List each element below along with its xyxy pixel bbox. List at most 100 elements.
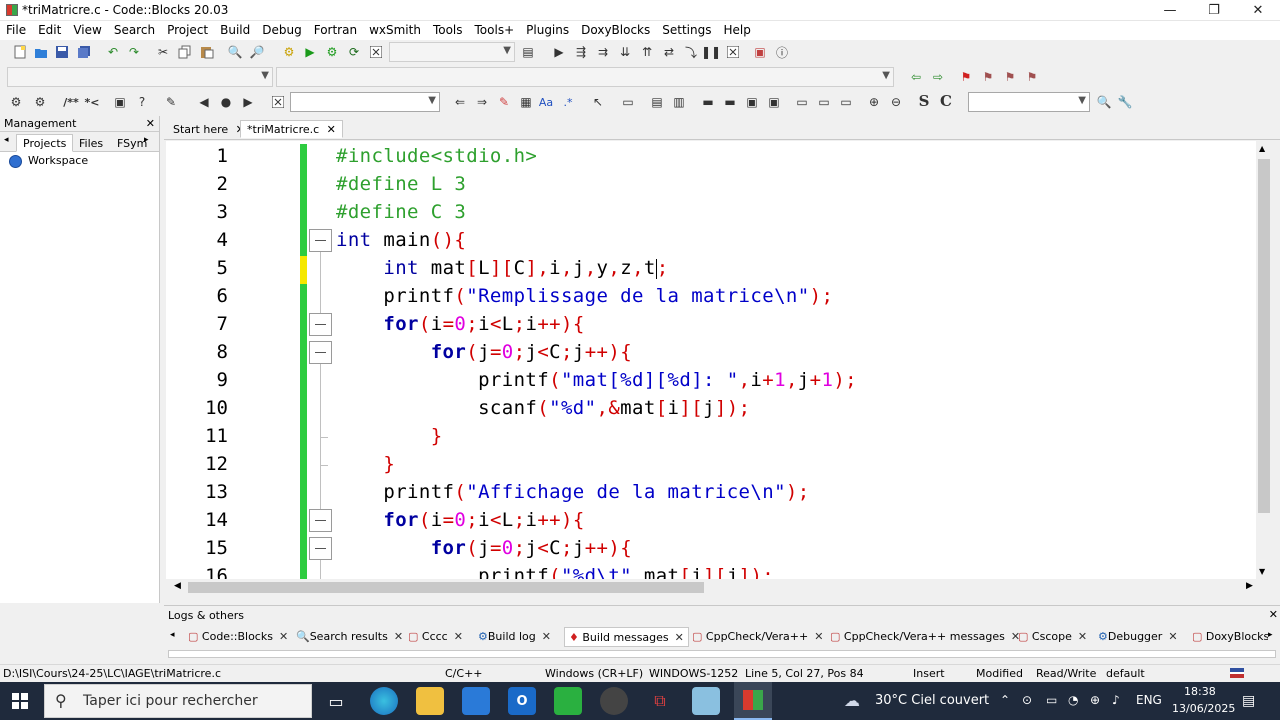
code-line[interactable]: for(j=0;j<C;j++){ [336, 338, 632, 366]
clear-bookmarks-icon[interactable]: ⚑ [1024, 69, 1040, 85]
menu-settings[interactable]: Settings [656, 21, 717, 40]
doxy-config-icon[interactable]: ▣ [112, 94, 128, 110]
next-line-icon[interactable]: ⇉ [595, 44, 611, 60]
abort-icon[interactable] [368, 44, 384, 60]
debug-start-icon[interactable]: ▶ [551, 44, 567, 60]
tool-f-icon[interactable]: ▣ [766, 94, 782, 110]
fold-toggle-icon[interactable] [309, 229, 332, 252]
undo-icon[interactable]: ↶ [105, 44, 121, 60]
editor-horizontal-scrollbar[interactable]: ◀ ▶ [170, 579, 1258, 596]
toggle-bookmark-icon[interactable]: ⚑ [958, 69, 974, 85]
tool-d-icon[interactable]: ▬ [722, 94, 738, 110]
step-out-icon[interactable]: ⇈ [639, 44, 655, 60]
windows-start-icon[interactable] [12, 693, 28, 709]
logs-scroll-right-icon[interactable]: ▸ [1268, 630, 1273, 640]
code-line[interactable]: for(i=0;i<L;i++){ [336, 506, 585, 534]
doxy-help-icon[interactable]: ? [134, 94, 150, 110]
code-editor[interactable]: 1 2 3 4 5 6 7 8 9 10 11 12 13 14 15 16 # [166, 141, 1268, 579]
log-tab-build-log[interactable]: ⚙Build log ✕ [474, 627, 555, 647]
find-icon[interactable]: 🔍 [227, 44, 243, 60]
menu-search[interactable]: Search [108, 21, 161, 40]
debug-windows-icon[interactable]: ▣ [752, 44, 768, 60]
scroll-up-icon[interactable]: ▲ [1259, 144, 1265, 153]
next-instruction-icon[interactable]: ⇄ [661, 44, 677, 60]
code-line[interactable]: for(j=0;j<C;j++){ [336, 534, 632, 562]
network-icon[interactable]: ⊕ [1090, 693, 1100, 707]
menu-debug[interactable]: Debug [256, 21, 307, 40]
log-tab-cppcheck-messages[interactable]: ▢ CppCheck/Vera++ messages ✕ [826, 627, 1024, 647]
code-line[interactable]: printf("%d\t",mat[i][j]); [336, 562, 774, 579]
tool-i-icon[interactable]: ▭ [838, 94, 854, 110]
new-file-icon[interactable] [12, 44, 28, 60]
code-line[interactable]: #include<stdio.h> [336, 142, 537, 170]
symbol-search-combo[interactable]: ▼ [968, 92, 1090, 112]
log-tab-cccc[interactable]: ▢ Cccc ✕ [404, 627, 467, 647]
weather-text[interactable]: 30°C Ciel couvert [875, 693, 989, 708]
fold-toggle-icon[interactable] [309, 537, 332, 560]
zoom-in-icon[interactable]: ⊕ [866, 94, 882, 110]
tray-camera-icon[interactable]: ⊙ [1022, 693, 1032, 707]
code-line[interactable]: printf("Remplissage de la matrice\n"); [336, 282, 833, 310]
clear-icon[interactable] [270, 94, 286, 110]
arrow-right-icon[interactable]: ⇒ [474, 94, 490, 110]
menu-help[interactable]: Help [717, 21, 756, 40]
log-tab-close-icon[interactable]: ✕ [454, 630, 463, 643]
arrow-left-icon[interactable]: ⇐ [452, 94, 468, 110]
doxy-line-icon[interactable]: *< [84, 94, 100, 110]
taskbar-search-box[interactable]: ⚲ Taper ici pour rechercher [44, 684, 312, 718]
log-tab-close-icon[interactable]: ✕ [1168, 630, 1177, 643]
highlight-icon[interactable]: ✎ [496, 94, 512, 110]
menu-fortran[interactable]: Fortran [308, 21, 363, 40]
rebuild-icon[interactable]: ⟳ [346, 44, 362, 60]
fold-toggle-icon[interactable] [309, 313, 332, 336]
tab-projects[interactable]: Projects [16, 134, 74, 152]
tab-start-here[interactable]: Start here ✕ [166, 120, 252, 138]
log-tab-build-messages[interactable]: ♦ Build messages ✕ [564, 627, 689, 647]
editor-vertical-scrollbar[interactable]: ▲ ▼ [1256, 141, 1272, 579]
clock-date[interactable]: 13/06/2025 [1172, 702, 1235, 715]
run-icon[interactable]: ▶ [302, 44, 318, 60]
fold-toggle-icon[interactable] [309, 341, 332, 364]
log-tab-cppcheck[interactable]: ▢ CppCheck/Vera++ ✕ [688, 627, 827, 647]
menu-plugins[interactable]: Plugins [520, 21, 575, 40]
edge-browser-icon[interactable] [370, 687, 398, 715]
code-line[interactable]: scanf("%d",&mat[i][j]); [336, 394, 750, 422]
clock-time[interactable]: 18:38 [1184, 685, 1216, 698]
step-into-icon[interactable]: ⇊ [617, 44, 633, 60]
minimize-button[interactable]: — [1148, 0, 1192, 21]
menu-doxyblocks[interactable]: DoxyBlocks [575, 21, 656, 40]
menu-tools-plus[interactable]: Tools+ [469, 21, 521, 40]
log-tab-search-results[interactable]: 🔍Search results ✕ [292, 627, 407, 647]
file-explorer-icon[interactable] [416, 687, 444, 715]
tool-c-icon[interactable]: ▬ [700, 94, 716, 110]
log-tab-debugger[interactable]: ⚙Debugger ✕ [1094, 627, 1182, 647]
scroll-right-icon[interactable]: ▶ [1246, 581, 1253, 591]
app-recorder-icon[interactable] [600, 687, 628, 715]
next-icon[interactable]: ▶ [240, 94, 256, 110]
symbol-settings-icon[interactable]: 🔧 [1117, 94, 1133, 110]
menu-view[interactable]: View [67, 21, 107, 40]
comment-tools-icon[interactable]: ⚙ [8, 94, 24, 110]
cut-icon[interactable]: ✂ [155, 44, 171, 60]
outlook-icon[interactable]: O [508, 687, 536, 715]
tool-h-icon[interactable]: ▭ [816, 94, 832, 110]
volume-icon[interactable]: ♪ [1112, 693, 1120, 707]
code-line[interactable]: int mat[L][C],i,j,y,z,t; [336, 254, 669, 282]
stop-debug-icon[interactable] [725, 44, 741, 60]
app-notepad-icon[interactable] [692, 687, 720, 715]
scroll-left-icon[interactable]: ◀ [174, 581, 181, 591]
zoom-out-icon[interactable]: ⊖ [888, 94, 904, 110]
menu-build[interactable]: Build [214, 21, 256, 40]
menu-file[interactable]: File [0, 21, 32, 40]
log-tab-close-icon[interactable]: ✕ [1078, 630, 1087, 643]
tab-scroll-right-icon[interactable]: ▸ [144, 135, 149, 145]
menu-wxsmith[interactable]: wxSmith [363, 21, 427, 40]
show-select-target-icon[interactable]: ▤ [520, 44, 536, 60]
tab-files[interactable]: Files [72, 134, 110, 152]
replace-icon[interactable]: 🔎 [249, 44, 265, 60]
codeblocks-taskbar-icon[interactable] [734, 682, 772, 720]
task-view-icon[interactable]: ▭ [322, 687, 350, 715]
notification-icon[interactable]: ▤ [1242, 693, 1255, 709]
logs-close-icon[interactable]: ✕ [1269, 608, 1278, 621]
app-red-icon[interactable]: ⧉ [646, 687, 674, 715]
